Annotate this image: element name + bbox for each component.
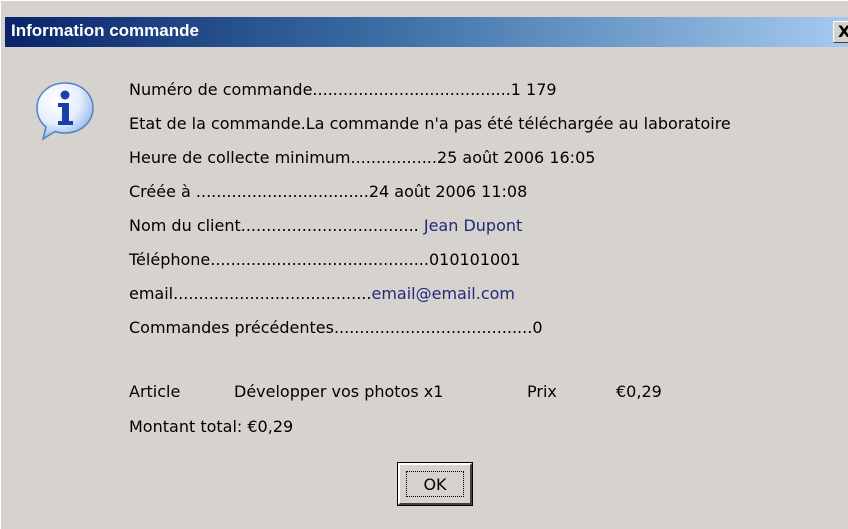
- article-row: Article Développer vos photos x1 Prix €0…: [129, 382, 848, 402]
- close-button[interactable]: X: [833, 21, 848, 43]
- ok-button[interactable]: OK: [397, 462, 473, 506]
- order-state-line: Etat de la commande.La commande n'a pas …: [129, 114, 731, 133]
- title-bar[interactable]: Information commande X: [5, 17, 848, 47]
- price-value: €0,29: [616, 382, 662, 401]
- client-line: Nom du client...........................…: [129, 216, 522, 236]
- created-line: Créée à ................................…: [129, 182, 528, 201]
- order-number-line: Numéro de commande......................…: [129, 80, 557, 99]
- min-pickup-line: Heure de collecte minimum...............…: [129, 148, 596, 167]
- total-line: Montant total: €0,29: [129, 417, 294, 436]
- client-name: Jean Dupont: [418, 216, 523, 235]
- email-line: email...................................…: [129, 284, 515, 304]
- previous-orders-line: Commandes précédentes...................…: [129, 318, 543, 337]
- information-icon: [36, 82, 94, 141]
- phone-line: Téléphone...............................…: [129, 250, 521, 269]
- article-label: Article: [129, 382, 181, 401]
- order-info-dialog: Information commande X Numéro de command…: [0, 0, 848, 529]
- article-name: Développer vos photos x1: [234, 382, 444, 401]
- price-label: Prix: [527, 382, 557, 401]
- ok-button-label: OK: [406, 471, 464, 497]
- client-label: Nom du client...........................…: [129, 216, 419, 235]
- email-value: email@email.com: [371, 284, 515, 303]
- window-title: Information commande: [11, 21, 199, 40]
- email-label: email...................................…: [129, 284, 372, 303]
- close-icon: X: [838, 22, 848, 42]
